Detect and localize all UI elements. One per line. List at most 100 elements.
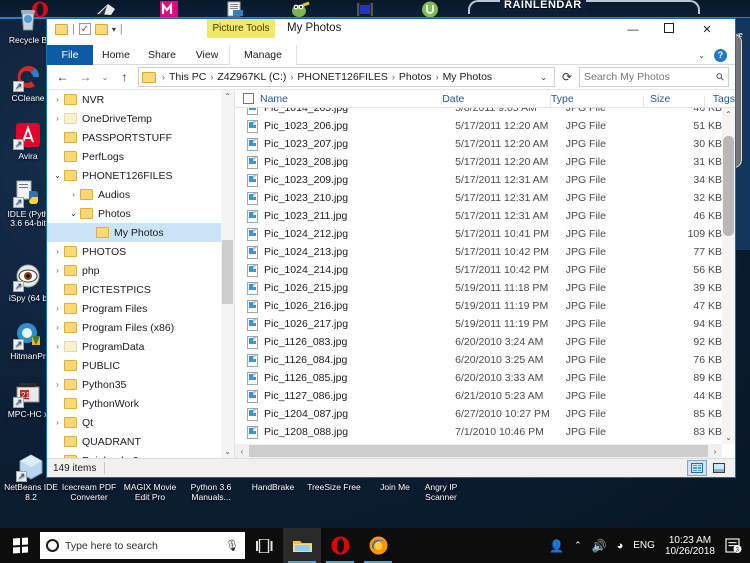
- back-button[interactable]: ←: [53, 70, 72, 84]
- breadcrumb-item-photos[interactable]: Photos: [399, 71, 432, 83]
- chevron-right-icon[interactable]: ›: [51, 418, 64, 427]
- nav-tree-item-php[interactable]: › php: [47, 261, 221, 280]
- column-header-type[interactable]: Type: [551, 93, 644, 108]
- file-row[interactable]: Pic_1026_215.jpg 5/19/2011 11:18 PM JPG Fi…: [235, 279, 722, 297]
- forward-button[interactable]: →: [76, 70, 95, 84]
- search-input[interactable]: Search My Photos ⚲: [579, 67, 729, 87]
- nav-tree-item-program-files[interactable]: › Program Files: [47, 299, 221, 318]
- tab-view[interactable]: View: [185, 45, 229, 65]
- nav-tree-item-photos[interactable]: ⌄ Photos: [47, 204, 221, 223]
- file-row[interactable]: Pic_1026_217.jpg 5/19/2011 11:19 PM JPG Fi…: [235, 315, 722, 333]
- desktop-icon-handbrake[interactable]: HandBrake: [242, 482, 304, 492]
- file-list-scrollbar[interactable]: ⌃ ⌄: [722, 108, 735, 444]
- file-row[interactable]: Pic_1024_212.jpg 5/17/2011 10:41 PM JPG Fi…: [235, 225, 722, 243]
- details-view-button[interactable]: [687, 460, 707, 476]
- navigation-scrollbar-thumb[interactable]: [222, 240, 233, 304]
- taskbar-file-explorer-button[interactable]: [283, 528, 321, 563]
- breadcrumb-item-this-pc[interactable]: This PC: [169, 71, 206, 83]
- speaker-icon[interactable]: 🔊: [592, 539, 607, 553]
- desktop-icon-python-manuals[interactable]: Python 3.6 Manuals...: [180, 482, 242, 502]
- file-row[interactable]: Pic_1204_087.jpg 6/27/2010 10:27 PM JPG Fi…: [235, 405, 722, 423]
- desktop-icon-angry-ip-scanner[interactable]: Angry IP Scanner: [410, 482, 472, 502]
- nav-tree-item-quadrant[interactable]: QUADRANT: [47, 432, 221, 451]
- scroll-left-icon[interactable]: ‹: [235, 447, 249, 456]
- chevron-down-icon[interactable]: ⌄: [67, 209, 80, 218]
- chevron-right-icon[interactable]: ›: [51, 266, 64, 275]
- chevron-down-icon[interactable]: ⌄: [698, 51, 705, 60]
- scroll-up-icon[interactable]: ⌃: [722, 108, 735, 121]
- clock[interactable]: 10:23 AM 10/26/2018: [665, 535, 715, 557]
- scroll-down-icon[interactable]: ⌄: [722, 431, 735, 444]
- file-row[interactable]: Pic_1014_205.jpg 5/8/2011 9:05 AM JPG File…: [235, 108, 722, 117]
- column-header-date[interactable]: Date: [442, 93, 551, 108]
- maximize-button[interactable]: [651, 19, 687, 41]
- nav-tree-item-rainlendar2[interactable]: ›Rainlendar2: [47, 451, 221, 458]
- document-icon[interactable]: [225, 1, 255, 17]
- taskbar-opera-button[interactable]: [321, 528, 359, 563]
- minimize-button[interactable]: —: [615, 19, 651, 41]
- desktop-icon-icecream-pdf[interactable]: Icecream PDF Converter: [58, 482, 120, 502]
- file-row[interactable]: Pic_1208_088.jpg 7/1/2010 10:46 PM JPG Fil…: [235, 423, 722, 441]
- nav-tree-item-program-files-x86[interactable]: › Program Files (x86): [47, 318, 221, 337]
- nav-tree-item-my-photos[interactable]: My Photos: [47, 223, 221, 242]
- chevron-right-icon[interactable]: ›: [51, 380, 64, 389]
- properties-checkbox-icon[interactable]: ✓: [78, 23, 91, 35]
- chevron-right-icon[interactable]: ›: [51, 323, 64, 332]
- tab-manage[interactable]: Manage: [229, 45, 297, 65]
- magix-icon[interactable]: [160, 1, 190, 17]
- file-row[interactable]: Pic_1023_208.jpg 5/17/2011 12:20 AM JPG Fi…: [235, 153, 722, 171]
- file-list[interactable]: Pic_1014_205.jpg 5/8/2011 9:05 AM JPG File…: [235, 108, 722, 444]
- nav-tree-item-pythonwork[interactable]: PythonWork: [47, 394, 221, 413]
- chevron-right-icon[interactable]: ›: [51, 304, 64, 313]
- chevron-down-icon[interactable]: ⌄: [51, 171, 64, 180]
- file-list-scrollbar-thumb[interactable]: [723, 136, 734, 236]
- chevron-right-icon[interactable]: ›: [51, 95, 64, 104]
- nav-tree-item-python35[interactable]: › Python35: [47, 375, 221, 394]
- up-button[interactable]: ↑: [115, 70, 134, 84]
- task-view-button[interactable]: [245, 528, 283, 563]
- navigation-scrollbar[interactable]: ⌃ ⌄: [221, 90, 234, 458]
- chevron-right-icon[interactable]: ›: [51, 342, 64, 351]
- large-icons-view-button[interactable]: [709, 460, 729, 476]
- chevron-right-icon[interactable]: ›: [51, 114, 64, 123]
- file-row[interactable]: Pic_1023_210.jpg 5/17/2011 12:31 AM JPG Fi…: [235, 189, 722, 207]
- file-row[interactable]: Pic_1023_207.jpg 5/17/2011 12:20 AM JPG Fi…: [235, 135, 722, 153]
- gimp-icon[interactable]: [290, 1, 320, 17]
- tab-home[interactable]: Home: [93, 45, 139, 65]
- file-row[interactable]: Pic_1126_083.jpg 6/20/2010 3:24 AM JPG Fil…: [235, 333, 722, 351]
- utorrent-icon[interactable]: [420, 1, 450, 17]
- blender-icon[interactable]: [95, 1, 125, 17]
- quick-access-toolbar[interactable]: | ✓ ▾ |: [55, 23, 123, 35]
- chevron-right-icon[interactable]: ›: [51, 247, 64, 256]
- refresh-icon[interactable]: ⟳: [559, 70, 575, 84]
- file-row[interactable]: Pic_1024_214.jpg 5/17/2011 10:42 PM JPG Fi…: [235, 261, 722, 279]
- tab-file[interactable]: File: [47, 45, 93, 65]
- taskbar-search-input[interactable]: Type here to search 🎙: [40, 532, 245, 559]
- nav-tree-item-public[interactable]: PUBLIC: [47, 356, 221, 375]
- breadcrumb-item-phonet126files[interactable]: PHONET126FILES: [297, 71, 387, 83]
- column-header-tags[interactable]: Tags: [705, 93, 735, 105]
- scroll-up-icon[interactable]: ⌃: [221, 90, 234, 103]
- horizontal-scrollbar-thumb[interactable]: [249, 445, 708, 457]
- file-row[interactable]: Pic_1126_084.jpg 6/20/2010 3:25 AM JPG Fil…: [235, 351, 722, 369]
- window-title-bar[interactable]: | ✓ ▾ | Picture Tools My Photos — ✕: [47, 19, 735, 45]
- file-row[interactable]: Pic_1026_216.jpg 5/19/2011 11:19 PM JPG Fi…: [235, 297, 722, 315]
- scroll-right-icon[interactable]: ›: [708, 447, 722, 456]
- file-row[interactable]: Pic_1024_213.jpg 5/17/2011 10:42 PM JPG Fi…: [235, 243, 722, 261]
- language-indicator[interactable]: ENG: [633, 540, 655, 551]
- nav-tree-item-phonet126files[interactable]: ⌄ PHONET126FILES: [47, 166, 221, 185]
- new-folder-icon[interactable]: [94, 23, 108, 35]
- nav-tree-item-nvr[interactable]: › NVR: [47, 90, 221, 109]
- wifi-icon[interactable]: ◕: [617, 540, 624, 552]
- column-header-size[interactable]: Size: [644, 93, 705, 108]
- file-row[interactable]: Pic_1023_211.jpg 5/17/2011 12:31 AM JPG Fi…: [235, 207, 722, 225]
- breadcrumb[interactable]: › This PC › Z4Z967KL (C:) › PHONET126FIL…: [138, 67, 555, 87]
- file-list-horizontal-scrollbar[interactable]: ‹ ›: [235, 444, 722, 458]
- nav-tree-item-pictestpics[interactable]: PICTESTPICS: [47, 280, 221, 299]
- select-all-checkbox[interactable]: [243, 93, 254, 104]
- taskbar-firefox-button[interactable]: [359, 528, 397, 563]
- video-icon[interactable]: [355, 1, 385, 17]
- nav-tree-item-programdata[interactable]: › ProgramData: [47, 337, 221, 356]
- file-row[interactable]: Pic_1023_209.jpg 5/17/2011 12:31 AM JPG Fi…: [235, 171, 722, 189]
- breadcrumb-item-my-photos[interactable]: My Photos: [443, 71, 493, 83]
